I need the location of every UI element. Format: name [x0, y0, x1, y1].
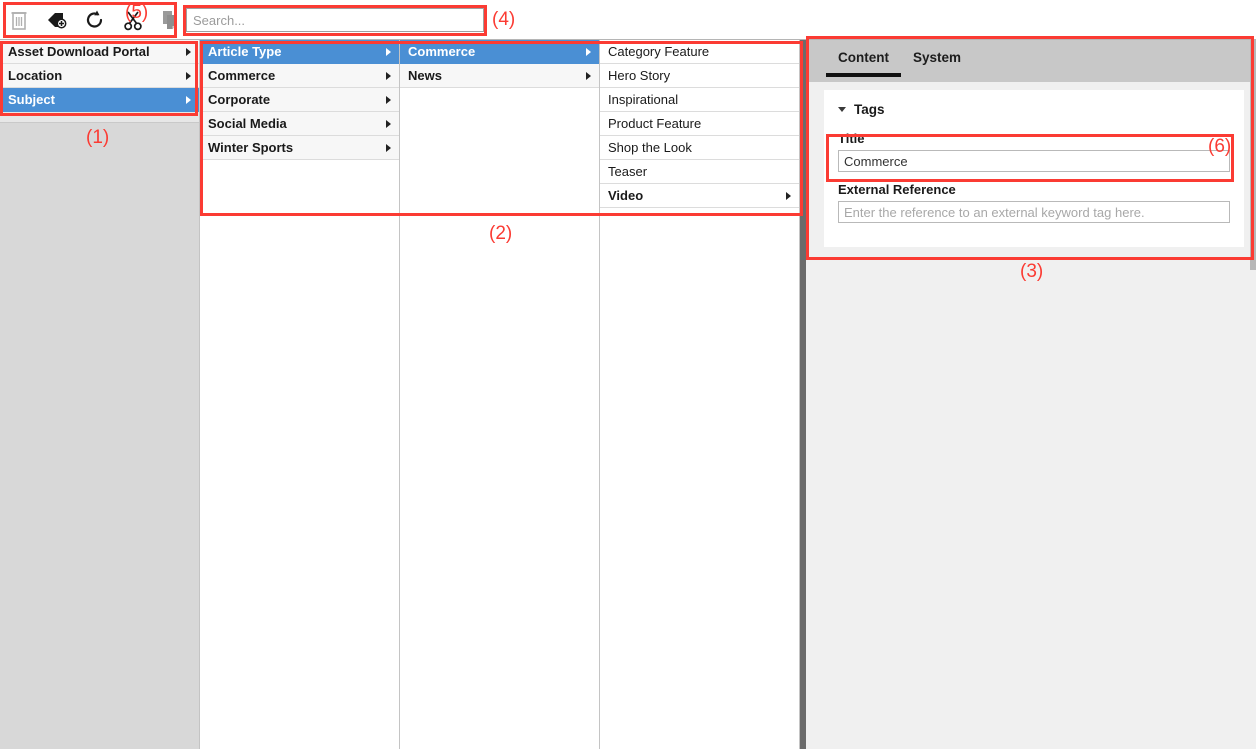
tags-section-title: Tags	[854, 102, 885, 117]
chevron-right-icon	[586, 47, 591, 56]
list-item-label: Category Feature	[608, 43, 710, 59]
tags-card: Tags Title External Reference	[824, 90, 1244, 247]
title-input[interactable]	[838, 150, 1230, 172]
chevron-right-icon	[386, 95, 391, 104]
list-item-label: Location	[8, 67, 63, 83]
list-item-label: Social Media	[208, 115, 287, 131]
delete-icon[interactable]	[6, 6, 32, 34]
list-item-label: Asset Download Portal	[8, 43, 150, 59]
external-reference-input[interactable]	[838, 201, 1230, 223]
list-item[interactable]: Hero Story	[600, 64, 799, 88]
chevron-right-icon	[386, 47, 391, 56]
list-item[interactable]: Social Media	[200, 112, 399, 136]
column-commerce: Category Feature Hero Story Inspirational P…	[600, 40, 800, 749]
add-tag-icon[interactable]	[44, 6, 70, 34]
detail-tabbar: Content System	[806, 40, 1256, 82]
chevron-right-icon	[586, 71, 591, 80]
list-item[interactable]: Winter Sports	[200, 136, 399, 160]
taxonomy-list: Asset Download Portal Location Subject	[0, 40, 199, 112]
external-reference-label: External Reference	[838, 182, 956, 197]
title-field-group: Title	[838, 131, 1230, 172]
list-item[interactable]: Product Feature	[600, 112, 799, 136]
list-item[interactable]: Video	[600, 184, 799, 208]
list-item[interactable]: Subject	[0, 88, 199, 112]
list-item[interactable]: Asset Download Portal	[0, 40, 199, 64]
toolbar-icon-group	[6, 4, 184, 36]
tags-section-header[interactable]: Tags	[838, 102, 1230, 117]
chevron-right-icon	[186, 71, 191, 80]
list-item-label: Corporate	[208, 91, 271, 107]
refresh-icon[interactable]	[82, 6, 108, 34]
list-item-label: Teaser	[608, 163, 648, 179]
detail-panel: Content System Tags Title External Refer…	[806, 40, 1256, 749]
chevron-right-icon	[186, 47, 191, 56]
list-item[interactable]: Commerce	[200, 64, 399, 88]
chevron-right-icon	[786, 191, 791, 200]
chevron-right-icon	[386, 119, 391, 128]
list-item-label: Hero Story	[608, 67, 671, 83]
chevron-down-icon	[838, 107, 846, 112]
list-item-label: Winter Sports	[208, 139, 294, 155]
list-item[interactable]: Article Type	[200, 40, 399, 64]
list-item[interactable]: Location	[0, 64, 199, 88]
list-item-label: Commerce	[408, 43, 476, 59]
tab-system[interactable]: System	[901, 40, 973, 82]
detail-panel-scrollbar[interactable]	[1250, 40, 1256, 749]
list-item[interactable]: News	[400, 64, 599, 88]
list-end-strip	[0, 112, 199, 123]
chevron-right-icon	[386, 143, 391, 152]
list-item[interactable]: Commerce	[400, 40, 599, 64]
list-item[interactable]: Corporate	[200, 88, 399, 112]
list-item[interactable]: Category Feature	[600, 40, 799, 64]
list-item-label: Product Feature	[608, 115, 702, 131]
list-item-label: Article Type	[208, 43, 282, 59]
commerce-list: Category Feature Hero Story Inspirational P…	[600, 40, 799, 208]
tab-content[interactable]: Content	[826, 40, 901, 82]
toolbar	[0, 0, 1256, 40]
chevron-right-icon	[186, 95, 191, 104]
list-item-label: Commerce	[208, 67, 276, 83]
search-box[interactable]	[186, 8, 484, 32]
paste-icon[interactable]	[158, 6, 184, 34]
list-item[interactable]: Inspirational	[600, 88, 799, 112]
scrollbar-thumb[interactable]	[1250, 40, 1256, 270]
title-label: Title	[838, 131, 865, 146]
list-item[interactable]: Teaser	[600, 160, 799, 184]
list-item-label: News	[408, 67, 442, 83]
list-item-label: Subject	[8, 91, 55, 107]
column-taxonomies: Asset Download Portal Location Subject	[0, 40, 200, 749]
list-item-label: Inspirational	[608, 91, 679, 107]
chevron-right-icon	[386, 71, 391, 80]
column-subject: Article Type Commerce Corporate Social Medi…	[200, 40, 400, 749]
subject-list: Article Type Commerce Corporate Social Medi…	[200, 40, 399, 160]
list-item[interactable]: Shop the Look	[600, 136, 799, 160]
list-item-label: Shop the Look	[608, 139, 692, 155]
column-article-type: Commerce News	[400, 40, 600, 749]
article-type-list: Commerce News	[400, 40, 599, 88]
search-input[interactable]	[186, 8, 484, 32]
miller-columns: Asset Download Portal Location Subject Art…	[0, 40, 800, 749]
external-reference-field-group: External Reference	[838, 182, 1230, 223]
cut-icon[interactable]	[120, 6, 146, 34]
list-item-label: Video	[608, 187, 644, 203]
